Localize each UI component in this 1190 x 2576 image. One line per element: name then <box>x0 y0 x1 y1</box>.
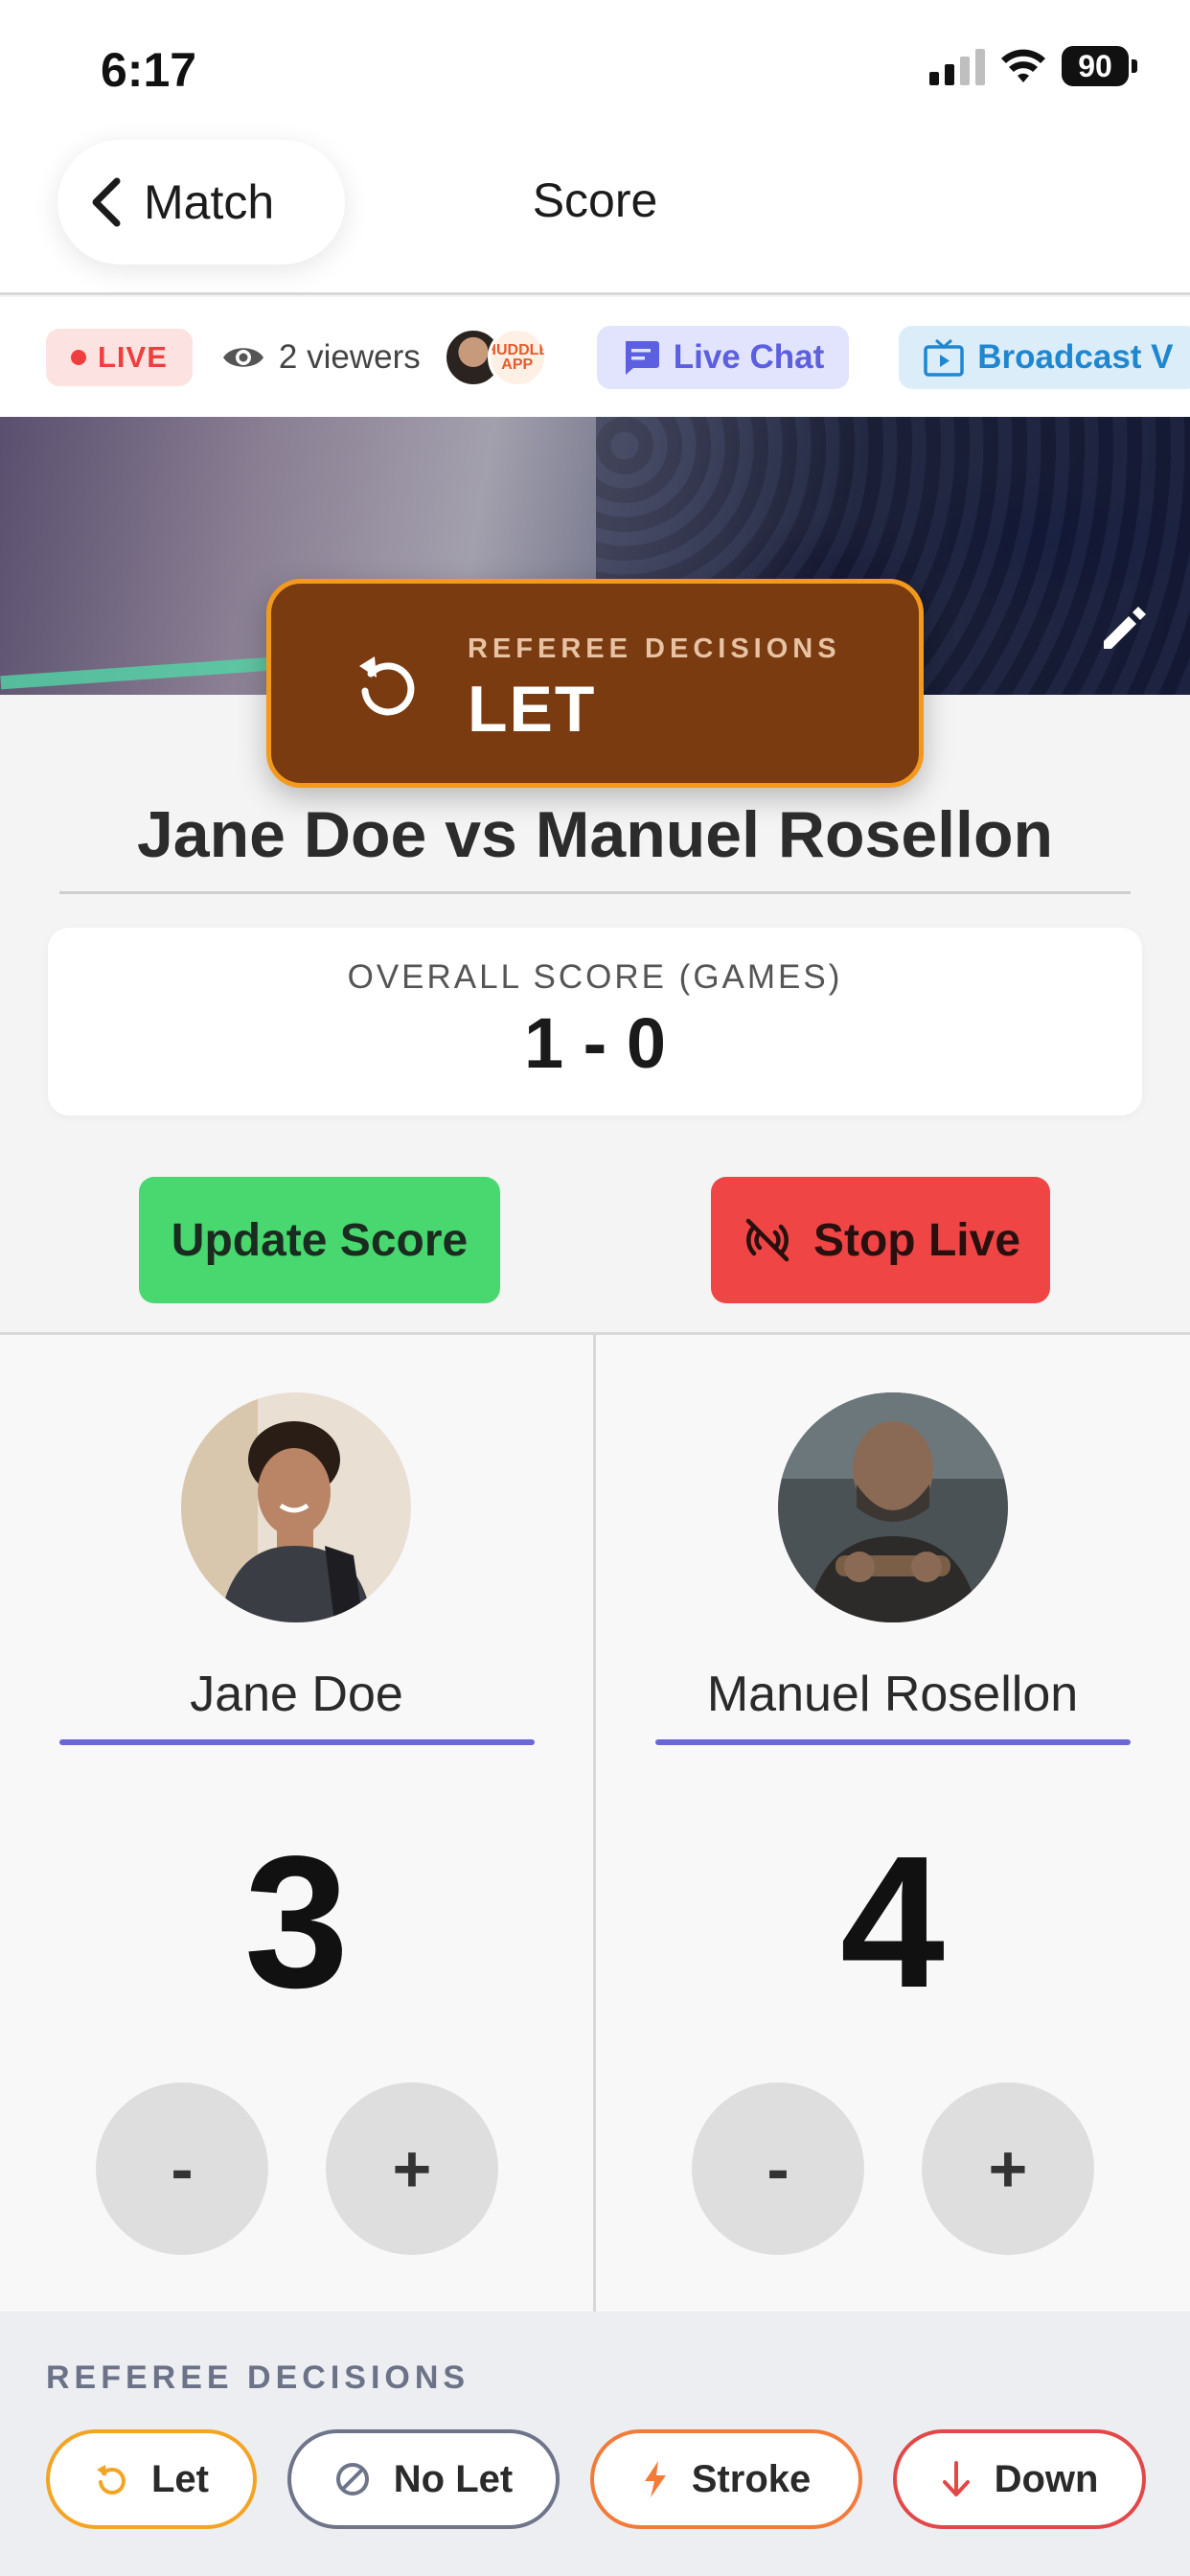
status-bar: 6:17 90 <box>0 0 1190 134</box>
referee-decision-banner: REFEREE DECISIONS LET <box>266 579 924 788</box>
player-2-avatar <box>778 1392 1008 1622</box>
wifi-icon <box>1001 49 1045 82</box>
referee-banner-decision: LET <box>468 673 597 746</box>
player-panel-1: Jane Doe 3 - + <box>0 1335 593 2314</box>
lightning-icon <box>644 2461 666 2497</box>
live-chat-button[interactable]: Live Chat <box>596 325 850 389</box>
viewer-avatars: HUDDLE APP <box>443 327 547 387</box>
overall-score-card: OVERALL SCORE (GAMES) 1 - 0 <box>48 928 1142 1116</box>
broadcast-button[interactable]: Broadcast V <box>899 325 1190 389</box>
undo-icon <box>359 656 415 716</box>
viewer-count: 2 viewers HUDDLE APP <box>221 327 547 387</box>
player-2-name: Manuel Rosellon <box>706 1667 1079 1722</box>
status-time: 6:17 <box>101 43 197 97</box>
broadcast-off-icon <box>745 1218 790 1262</box>
live-info-strip[interactable]: LIVE 2 viewers HUDDLE APP Live Chat Broad… <box>0 297 1190 417</box>
edit-pencil-icon[interactable] <box>1094 599 1152 656</box>
eye-icon <box>222 347 263 367</box>
referee-banner-subtitle: REFEREE DECISIONS <box>468 633 841 664</box>
player-2-increment-button[interactable]: + <box>922 2082 1094 2255</box>
player-1-score: 3 <box>243 1817 349 2027</box>
battery-level: 90 <box>1062 46 1129 86</box>
live-dot-icon <box>71 349 86 365</box>
match-title: Jane Doe vs Manuel Rosellon <box>136 798 1054 871</box>
referee-decision-buttons: Let No Let Stroke Down <box>46 2429 1146 2529</box>
page-title: Score <box>532 173 658 227</box>
prohibited-icon <box>335 2463 369 2496</box>
live-chat-label: Live Chat <box>673 337 825 376</box>
broadcast-label: Broadcast V <box>977 337 1174 376</box>
arrow-down-icon <box>942 2461 970 2496</box>
battery-icon: 90 <box>1062 46 1137 86</box>
stroke-button-label: Stroke <box>691 2457 812 2500</box>
nav-bar: Match Score <box>0 134 1190 295</box>
no-let-button[interactable]: No Let <box>287 2429 560 2529</box>
huddle-app-logo: HUDDLE APP <box>487 327 547 387</box>
down-button-label: Down <box>994 2457 1099 2500</box>
no-let-button-label: No Let <box>393 2457 514 2500</box>
cellular-signal-icon <box>929 47 985 85</box>
stroke-button[interactable]: Stroke <box>590 2429 862 2529</box>
chat-icon <box>625 340 659 375</box>
down-button[interactable]: Down <box>893 2429 1146 2529</box>
overall-score-label: OVERALL SCORE (GAMES) <box>347 958 843 996</box>
live-badge-label: LIVE <box>98 339 168 374</box>
player-scoreboard: Jane Doe 3 - + Manuel Rosellon 4 - + <box>0 1332 1190 2314</box>
update-score-label: Update Score <box>171 1214 469 1266</box>
update-score-button[interactable]: Update Score <box>139 1177 500 1303</box>
player-1-name: Jane Doe <box>190 1667 403 1722</box>
overall-score-value: 1 - 0 <box>523 1003 667 1083</box>
stop-live-button[interactable]: Stop Live <box>711 1177 1050 1303</box>
referee-decisions-heading: REFEREE DECISIONS <box>46 2359 470 2396</box>
player-1-avatar <box>181 1392 411 1622</box>
player-2-underline <box>655 1739 1131 1745</box>
undo-icon <box>97 2465 126 2495</box>
referee-decisions-panel: REFEREE DECISIONS Let No Let Stroke Down <box>0 2312 1190 2576</box>
tv-icon <box>924 338 965 377</box>
player-2-decrement-button[interactable]: - <box>692 2082 864 2255</box>
player-1-decrement-button[interactable]: - <box>96 2082 268 2255</box>
let-button[interactable]: Let <box>46 2429 257 2529</box>
live-badge: LIVE <box>46 328 193 386</box>
player-2-score: 4 <box>839 1817 945 2027</box>
divider <box>59 891 1131 894</box>
player-panel-2: Manuel Rosellon 4 - + <box>596 1335 1189 2314</box>
status-icons: 90 <box>929 46 1137 86</box>
player-1-increment-button[interactable]: + <box>326 2082 498 2255</box>
player-1-underline <box>59 1739 535 1745</box>
viewer-count-label: 2 viewers <box>278 337 421 376</box>
let-button-label: Let <box>151 2457 209 2500</box>
stop-live-label: Stop Live <box>812 1214 1021 1266</box>
